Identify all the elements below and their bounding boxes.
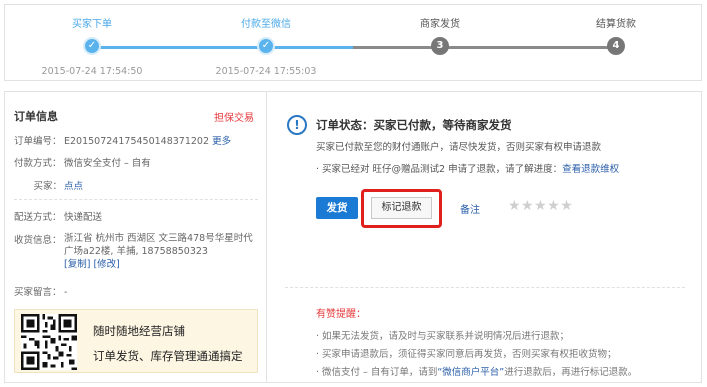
promo-line-1: 随时随地经营店铺 bbox=[93, 324, 185, 338]
divider bbox=[14, 199, 258, 200]
check-icon: ✓ bbox=[83, 37, 101, 55]
buyer-message: - bbox=[64, 287, 68, 298]
wechat-merchant-link[interactable]: “微信商户平台” bbox=[437, 367, 504, 378]
step-number-4: 4 bbox=[607, 37, 625, 55]
more-link[interactable]: 更多 bbox=[212, 136, 231, 147]
delivery-row: 配送方式： 快递配送 bbox=[14, 209, 102, 223]
payment-label: 付款方式： bbox=[14, 158, 62, 169]
order-status-panel: ! 订单状态：买家已付款，等待商家发货 买家已付款至您的财付通账户，请尽快发货，… bbox=[267, 91, 702, 383]
step-time-paid: 2015-07-24 17:55:03 bbox=[215, 66, 317, 77]
step-label-settle: 结算货款 bbox=[596, 19, 636, 30]
recipient-label: 收货信息： bbox=[14, 235, 62, 246]
order-status-title: 订单状态：买家已付款，等待商家发货 bbox=[316, 118, 512, 132]
order-status-desc: 买家已付款至您的财付通账户，请尽快发货，否则买家有权申请退款 bbox=[316, 142, 602, 153]
progress-line-1 bbox=[92, 46, 266, 49]
buyer-row: 买家： 点点 bbox=[14, 178, 83, 192]
refund-note: · 买家已经对 旺仔@赠品测试2 申请了退款，请了解进度：查看退款维权 bbox=[316, 161, 619, 175]
step-label-ship: 商家发货 bbox=[420, 19, 460, 30]
promo-line-2: 订单发货、库存管理通通搞定 bbox=[93, 349, 243, 363]
payment-method: 微信安全支付 – 自有 bbox=[64, 158, 151, 169]
tip-item: · 买家申请退款后，须征得买家同意后再发货，否则买家有权拒收货物； bbox=[316, 349, 617, 360]
info-icon: ! bbox=[287, 115, 307, 135]
divider bbox=[285, 287, 685, 288]
copy-link[interactable]: [复制] bbox=[64, 259, 90, 270]
message-row: 买家留言： - bbox=[14, 284, 67, 298]
tip-text: 进行退款后，再进行标记退款。 bbox=[504, 367, 638, 378]
tip-item: · 如果无法发货，请及时与买家联系并说明情况后进行退款； bbox=[316, 331, 570, 342]
order-info-panel: 订单信息 担保交易 订单编号： E20150724175450148371202 … bbox=[4, 91, 267, 383]
star-rating[interactable]: ★★★★★ bbox=[508, 198, 573, 214]
check-icon: ✓ bbox=[257, 37, 275, 55]
tips-title: 有赞提醒： bbox=[316, 309, 366, 320]
message-label: 买家留言： bbox=[14, 287, 62, 298]
tip-item: · 微信支付 – 自有订单，请到“微信商户平台”进行退款后，再进行标记退款。 bbox=[316, 364, 637, 378]
buyer-link[interactable]: 点点 bbox=[64, 181, 83, 192]
step-number-3: 3 bbox=[431, 37, 449, 55]
order-info-title: 订单信息 bbox=[14, 110, 58, 123]
delivery-label: 配送方式： bbox=[14, 212, 62, 223]
payment-row: 付款方式： 微信安全支付 – 自有 bbox=[14, 155, 151, 169]
qr-code-icon bbox=[21, 314, 77, 370]
step-time-order: 2015-07-24 17:54:50 bbox=[41, 66, 143, 77]
refund-note-text: · 买家已经对 旺仔@赠品测试2 申请了退款，请了解进度： bbox=[316, 164, 563, 175]
view-refund-link[interactable]: 查看退款维权 bbox=[562, 164, 619, 175]
order-progress: 买家下单 付款至微信 商家发货 结算货款 ✓ ✓ 3 4 2015-07-24 … bbox=[4, 4, 702, 81]
progress-line-3 bbox=[353, 46, 440, 49]
recipient-info: 浙江省 杭州市 西湖区 文三路478号华星时代广场a22楼, 羊捕, 18758… bbox=[64, 232, 260, 271]
recipient-address: 浙江省 杭州市 西湖区 文三路478号华星时代广场a22楼, 羊捕, 18758… bbox=[64, 233, 253, 257]
edit-link[interactable]: [修改] bbox=[93, 259, 119, 270]
order-number-label: 订单编号： bbox=[14, 136, 62, 147]
tip-text: · 微信支付 – 自有订单，请到 bbox=[316, 367, 438, 378]
mark-refund-button[interactable]: 标记退款 bbox=[371, 197, 432, 219]
step-label-paid: 付款至微信 bbox=[241, 19, 291, 30]
step-label-order: 买家下单 bbox=[72, 19, 112, 30]
progress-line-2 bbox=[266, 46, 353, 49]
ship-button[interactable]: 发货 bbox=[316, 197, 358, 219]
remark-link[interactable]: 备注 bbox=[460, 201, 480, 216]
progress-line-4 bbox=[440, 46, 616, 49]
buyer-label: 买家： bbox=[33, 181, 62, 192]
guarantee-badge: 担保交易 bbox=[214, 113, 254, 124]
app-promo[interactable]: 随时随地经营店铺 订单发货、库存管理通通搞定 bbox=[14, 309, 258, 373]
delivery-method: 快递配送 bbox=[64, 212, 103, 223]
order-number-row: 订单编号： E20150724175450148371202 更多 bbox=[14, 133, 231, 147]
order-number: E20150724175450148371202 bbox=[64, 136, 210, 147]
